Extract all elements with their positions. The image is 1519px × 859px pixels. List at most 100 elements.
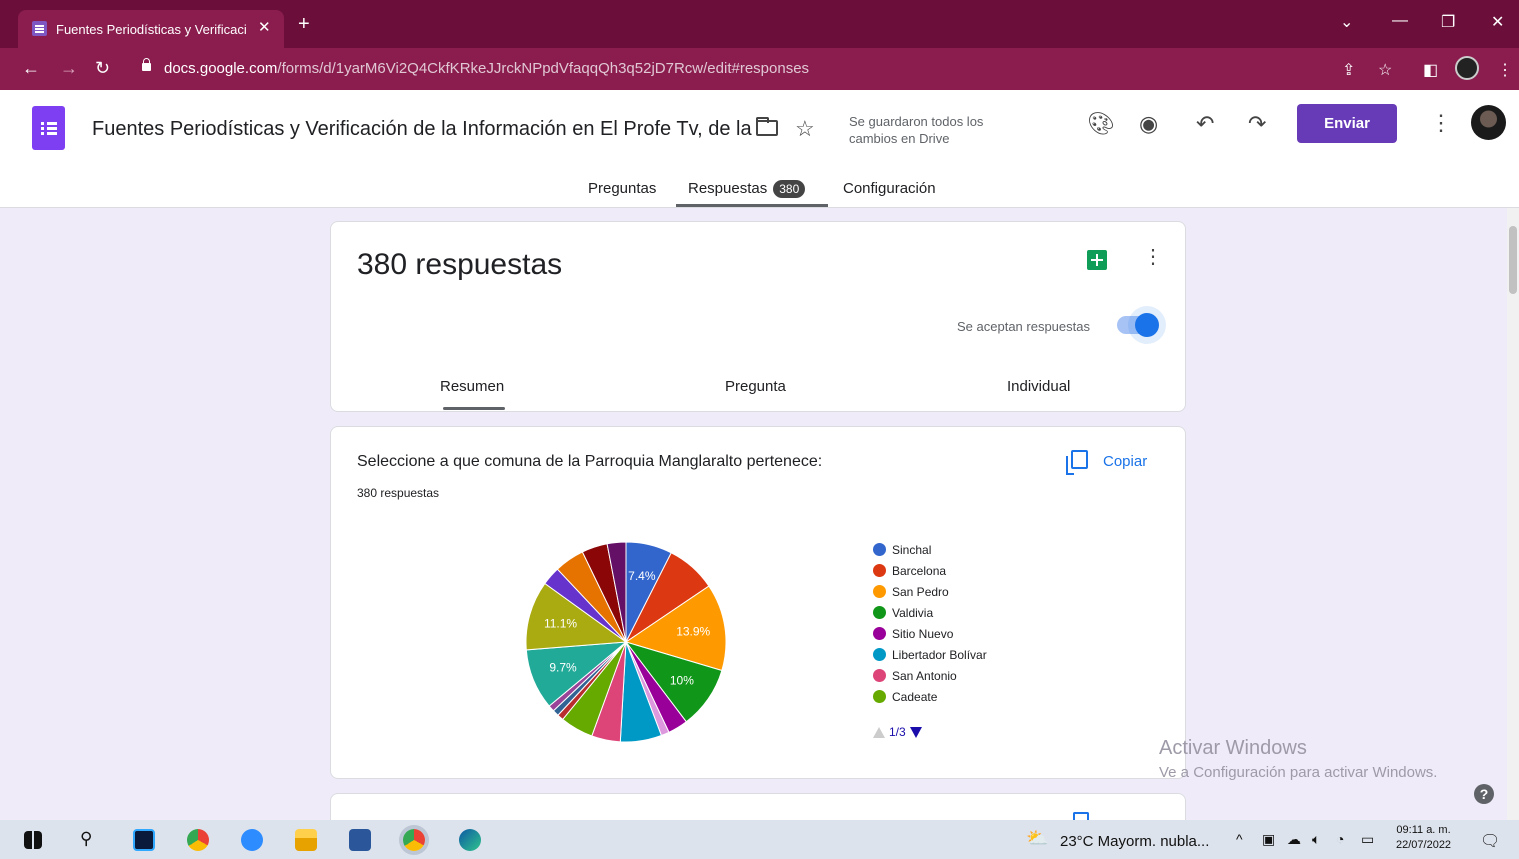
tab-search-chevron-icon[interactable]: ⌄ [1340, 12, 1353, 32]
legend-prev-icon[interactable] [873, 726, 885, 738]
chrome-profile-icon[interactable] [403, 829, 425, 851]
legend-item: Barcelona [873, 560, 987, 581]
pie-chart[interactable]: 7.4% 13.9% 10% 9.7% 11.1% [521, 537, 731, 747]
battery-icon[interactable]: ▭ [1361, 831, 1374, 848]
browser-profile-avatar[interactable] [1455, 56, 1479, 80]
volume-icon[interactable]: 🔈︎ [1312, 831, 1320, 848]
bookmark-star-icon[interactable]: ☆ [1378, 60, 1392, 80]
system-clock[interactable]: 09:11 a. m. 22/07/2022 [1396, 823, 1451, 853]
subtab-pregunta[interactable]: Pregunta [725, 378, 786, 395]
reload-icon[interactable]: ↻ [95, 58, 110, 79]
copy-icon[interactable] [1066, 450, 1088, 475]
legend-item: Valdivia [873, 602, 987, 623]
tab-respuestas-label: Respuestas [688, 180, 768, 197]
palette-icon[interactable]: 🎨︎ [1087, 111, 1115, 137]
close-tab-icon[interactable]: ✕ [258, 18, 271, 36]
close-window-icon[interactable]: ✕ [1491, 12, 1504, 32]
side-panel-icon[interactable]: ◧ [1423, 60, 1438, 80]
save-status: Se guardaron todos los cambios en Drive [849, 114, 984, 146]
url-path: /forms/d/1yarM6Vi2Q4CkfKRkeJJrckNPpdVfaq… [277, 60, 810, 77]
tab-preguntas[interactable]: Preguntas [588, 180, 656, 197]
weather-icon[interactable]: ⛅ [1026, 828, 1048, 849]
preview-eye-icon[interactable]: ◉ [1139, 111, 1158, 137]
help-icon[interactable]: ? [1474, 784, 1494, 804]
responses-content[interactable]: 380 respuestas ⋮ Se aceptan respuestas R… [0, 208, 1519, 820]
folder-icon[interactable] [756, 117, 778, 136]
page-scrollbar[interactable] [1507, 208, 1519, 820]
subtab-resumen[interactable]: Resumen [440, 378, 504, 395]
notifications-icon[interactable]: 🗨︎ [1480, 831, 1500, 851]
question-response-count: 380 respuestas [357, 486, 440, 500]
forward-arrow-icon[interactable]: → [60, 58, 78, 79]
windows-taskbar: ⚲ ⛅ 23°C Mayorm. nubla... ^ ▣ ☁ 🔈︎ ◔ ▭ 0… [0, 820, 1519, 859]
accepting-responses-label: Se aceptan respuestas [957, 319, 1090, 334]
pie-slice-label: 13.9% [676, 625, 710, 639]
address-bar[interactable]: docs.google.com/forms/d/1yarM6Vi2Q4CkfKR… [130, 54, 1400, 84]
legend-label: Sitio Nuevo [892, 626, 954, 641]
legend-label: Sinchal [892, 542, 932, 557]
redo-icon[interactable]: ↷ [1248, 111, 1266, 137]
responses-count-badge: 380 [773, 180, 806, 198]
minimize-window-icon[interactable]: — [1392, 12, 1408, 30]
lock-icon[interactable] [142, 58, 151, 71]
browser-toolbar: ← → ↻ docs.google.com/forms/d/1yarM6Vi2Q… [0, 48, 1519, 90]
back-arrow-icon[interactable]: ← [22, 58, 40, 79]
form-title[interactable]: Fuentes Periodísticas y Verificación de … [92, 118, 752, 141]
photoshop-icon[interactable] [133, 829, 155, 851]
accepting-responses-toggle[interactable] [1117, 313, 1159, 337]
legend-label: San Pedro [892, 584, 949, 599]
subtab-individual[interactable]: Individual [1007, 378, 1070, 395]
word-icon[interactable] [349, 829, 371, 851]
clock-time: 09:11 a. m. [1396, 824, 1451, 836]
search-icon[interactable]: ⚲ [80, 829, 102, 851]
windows-start-icon[interactable] [24, 831, 42, 849]
copy-icon[interactable] [1073, 812, 1089, 820]
edge-icon[interactable] [459, 829, 481, 851]
sheets-icon[interactable] [1087, 250, 1107, 270]
legend-item: San Pedro [873, 581, 987, 602]
weather-status[interactable]: 23°C Mayorm. nubla... [1060, 833, 1209, 850]
send-button[interactable]: Enviar [1297, 104, 1397, 143]
legend-swatch [873, 543, 886, 556]
zoom-icon[interactable] [241, 829, 263, 851]
restore-window-icon[interactable]: ❐ [1441, 12, 1455, 32]
legend-swatch [873, 648, 886, 661]
browser-tab[interactable]: Fuentes Periodísticas y Verificació ✕ [18, 10, 284, 48]
avatar[interactable] [1471, 105, 1506, 140]
legend-item: Libertador Bolívar [873, 644, 987, 665]
legend-swatch [873, 564, 886, 577]
next-question-card [330, 793, 1186, 820]
card-more-icon[interactable]: ⋮ [1143, 244, 1163, 269]
undo-icon[interactable]: ↶ [1196, 111, 1214, 137]
new-tab-button[interactable]: + [298, 14, 310, 34]
tab-respuestas[interactable]: Respuestas 380 [688, 180, 806, 198]
onedrive-cloud-icon[interactable]: ☁ [1287, 831, 1301, 848]
scrollbar-thumb[interactable] [1509, 226, 1517, 294]
share-icon[interactable]: ⇪ [1342, 60, 1355, 80]
copy-button[interactable]: Copiar [1103, 453, 1147, 470]
legend-next-icon[interactable] [909, 726, 922, 738]
meet-now-icon[interactable]: ▣ [1262, 831, 1275, 848]
star-icon[interactable]: ☆ [795, 116, 815, 142]
windows-activation-watermark-title: Activar Windows [1159, 737, 1307, 759]
chrome-icon[interactable] [187, 829, 209, 851]
file-explorer-icon[interactable] [295, 829, 317, 851]
legend-item: San Antonio [873, 665, 987, 686]
browser-menu-icon[interactable]: ⋮ [1497, 60, 1513, 80]
question-summary-card: Seleccione a que comuna de la Parroquia … [330, 426, 1186, 779]
legend-item: Sinchal [873, 539, 987, 560]
more-options-icon[interactable]: ⋮ [1430, 110, 1452, 136]
pie-slice-label: 11.1% [544, 617, 577, 631]
legend-item: Cadeate [873, 686, 987, 707]
pie-slice-label: 9.7% [549, 661, 577, 675]
google-forms-favicon-icon [32, 21, 47, 36]
chart-legend: Sinchal Barcelona San Pedro Valdivia Sitio N… [873, 539, 987, 707]
wifi-icon[interactable]: ◔ [1336, 831, 1344, 847]
pie-slice-label: 7.4% [628, 569, 656, 583]
url-host: docs.google.com [164, 60, 278, 77]
google-forms-logo-icon[interactable] [32, 106, 65, 150]
show-hidden-icons-chevron-icon[interactable]: ^ [1236, 831, 1243, 847]
tab-configuracion[interactable]: Configuración [843, 180, 936, 197]
question-title: Seleccione a que comuna de la Parroquia … [357, 453, 823, 470]
pie-slice-label: 10% [670, 674, 694, 688]
